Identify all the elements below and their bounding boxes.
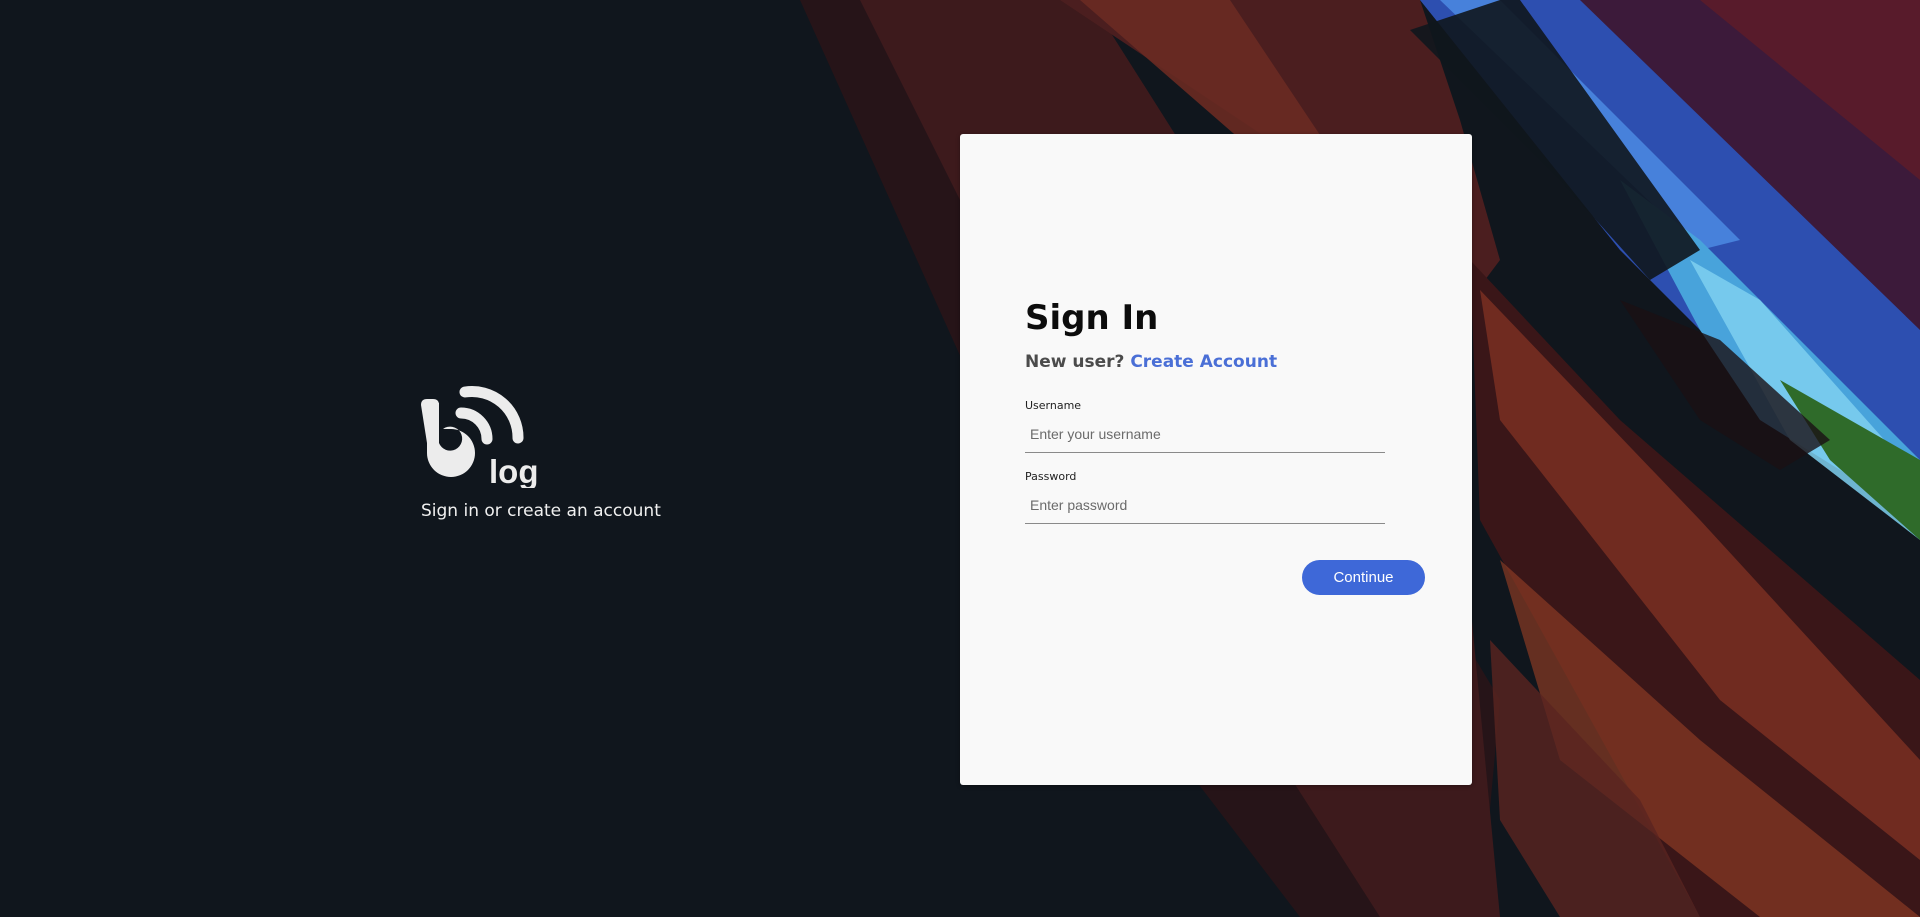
password-label: Password [1025,470,1077,484]
new-user-prompt: New user? [1025,352,1125,373]
signin-page: log Sign in or create an account Sign In… [0,0,1920,917]
username-field-group: Username [1025,399,1385,454]
create-account-link[interactable]: Create Account [1130,352,1277,372]
password-field-group: Password [1025,470,1385,525]
blog-logo-icon: log [421,385,538,488]
continue-button[interactable]: Continue [1302,560,1425,596]
password-input[interactable] [1025,487,1385,525]
username-input[interactable] [1025,416,1385,454]
page-title: Sign In [1025,298,1159,338]
brand-tagline: Sign in or create an account [421,501,661,521]
new-user-line: New user? Create Account [1025,352,1410,372]
form-actions: Continue [1025,560,1425,596]
username-label: Username [1025,399,1082,413]
logo-text: log [489,453,538,488]
brand-block: log Sign in or create an account [421,383,661,521]
signin-card: Sign In New user? Create Account Usernam… [960,134,1472,785]
signin-form: Sign In New user? Create Account Usernam… [1025,298,1425,596]
